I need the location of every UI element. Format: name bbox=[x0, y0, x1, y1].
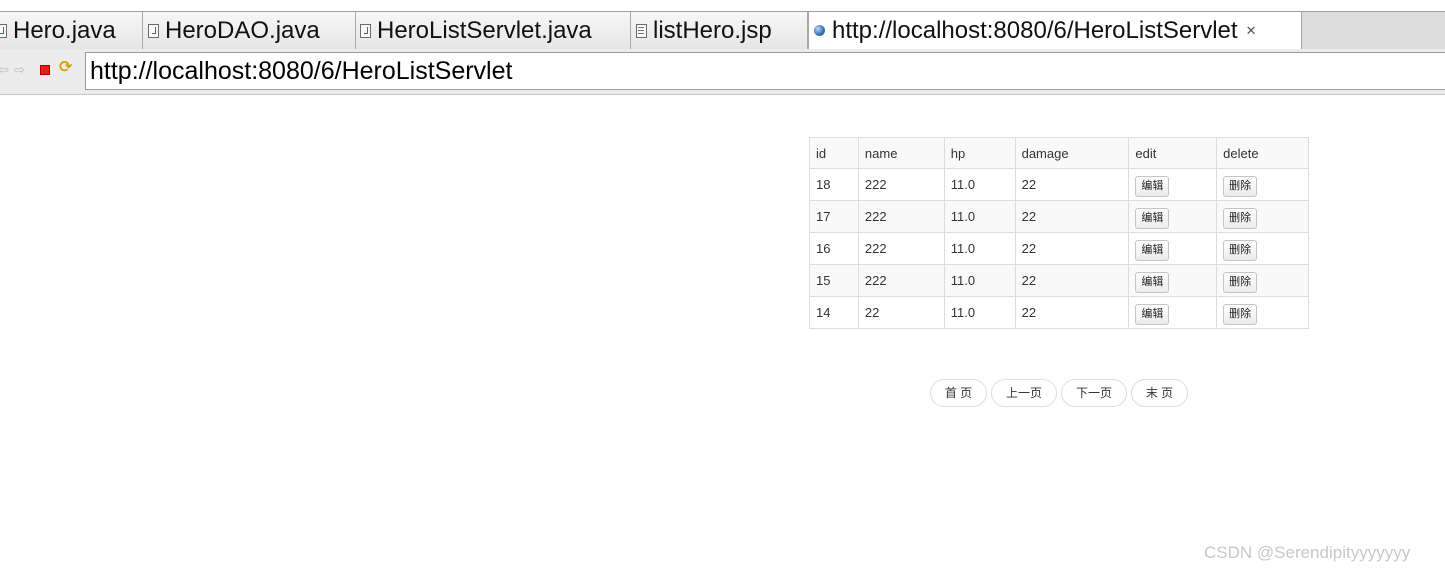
tab-label: HeroListServlet.java bbox=[377, 16, 592, 44]
cell-id: 14 bbox=[809, 296, 859, 329]
csdn-watermark: CSDN @Serendipityyyyyyy bbox=[1204, 543, 1411, 562]
java-file-icon bbox=[360, 24, 371, 38]
tab-listhero-jsp[interactable]: listHero.jsp bbox=[631, 12, 808, 49]
edit-button[interactable]: 编辑 bbox=[1135, 239, 1170, 261]
cell-edit: 编辑 bbox=[1128, 232, 1218, 265]
cell-name: 222 bbox=[857, 168, 945, 201]
column-header-delete: delete bbox=[1216, 137, 1309, 169]
tab-label: HeroDAO.java bbox=[165, 16, 320, 44]
stop-icon[interactable] bbox=[40, 65, 50, 75]
prev-page-button[interactable]: 上一页 bbox=[991, 379, 1057, 407]
table-row: 17 222 11.0 22 编辑 删除 bbox=[809, 200, 1309, 233]
cell-edit: 编辑 bbox=[1128, 264, 1218, 297]
tab-browser-herolistservlet[interactable]: http://localhost:8080/6/HeroListServlet … bbox=[808, 12, 1302, 49]
cell-hp: 11.0 bbox=[943, 168, 1016, 201]
table-row: 14 22 11.0 22 编辑 删除 bbox=[809, 296, 1309, 329]
column-header-id: id bbox=[809, 137, 859, 169]
browser-toolbar: ⇦ ⇨ ⟳ http://localhost:8080/6/HeroListSe… bbox=[0, 49, 1445, 95]
table-row: 15 222 11.0 22 编辑 删除 bbox=[809, 264, 1309, 297]
column-header-edit: edit bbox=[1128, 137, 1218, 169]
table-header-row: id name hp damage edit delete bbox=[809, 137, 1309, 169]
globe-icon bbox=[814, 25, 825, 36]
java-file-icon bbox=[148, 24, 159, 38]
java-file-icon bbox=[0, 24, 7, 38]
cell-hp: 11.0 bbox=[943, 232, 1016, 265]
editor-tab-strip: Hero.java HeroDAO.java HeroListServlet.j… bbox=[0, 11, 1445, 50]
cell-edit: 编辑 bbox=[1128, 168, 1218, 201]
refresh-icon[interactable]: ⟳ bbox=[59, 60, 72, 76]
cell-delete: 删除 bbox=[1216, 200, 1309, 233]
back-arrow-icon[interactable]: ⇦ bbox=[0, 63, 9, 77]
edit-button[interactable]: 编辑 bbox=[1135, 271, 1170, 293]
forward-arrow-icon[interactable]: ⇨ bbox=[14, 63, 25, 77]
delete-button[interactable]: 删除 bbox=[1223, 175, 1258, 197]
table-row: 16 222 11.0 22 编辑 删除 bbox=[809, 232, 1309, 265]
cell-delete: 删除 bbox=[1216, 232, 1309, 265]
tab-herolistservlet-java[interactable]: HeroListServlet.java bbox=[356, 12, 631, 49]
address-bar[interactable]: http://localhost:8080/6/HeroListServlet bbox=[85, 52, 1445, 90]
cell-delete: 删除 bbox=[1216, 168, 1309, 201]
cell-damage: 22 bbox=[1014, 264, 1130, 297]
column-header-name: name bbox=[857, 137, 945, 169]
column-header-hp: hp bbox=[943, 137, 1016, 169]
next-page-button[interactable]: 下一页 bbox=[1061, 379, 1127, 407]
column-header-damage: damage bbox=[1014, 137, 1130, 169]
cell-hp: 11.0 bbox=[943, 200, 1016, 233]
hero-list-table: id name hp damage edit delete 18 222 11.… bbox=[809, 137, 1309, 329]
cell-edit: 编辑 bbox=[1128, 200, 1218, 233]
tab-label: Hero.java bbox=[13, 16, 116, 44]
cell-name: 222 bbox=[857, 264, 945, 297]
edit-button[interactable]: 编辑 bbox=[1135, 207, 1170, 229]
cell-name: 22 bbox=[857, 296, 945, 329]
delete-button[interactable]: 删除 bbox=[1223, 271, 1258, 293]
delete-button[interactable]: 删除 bbox=[1223, 207, 1258, 229]
jsp-file-icon bbox=[636, 24, 647, 38]
cell-id: 15 bbox=[809, 264, 859, 297]
cell-edit: 编辑 bbox=[1128, 296, 1218, 329]
cell-damage: 22 bbox=[1014, 232, 1130, 265]
delete-button[interactable]: 删除 bbox=[1223, 239, 1258, 261]
cell-id: 18 bbox=[809, 168, 859, 201]
close-tab-icon[interactable]: ✕ bbox=[1246, 24, 1257, 37]
last-page-button[interactable]: 末 页 bbox=[1131, 379, 1188, 407]
cell-damage: 22 bbox=[1014, 168, 1130, 201]
first-page-button[interactable]: 首 页 bbox=[930, 379, 987, 407]
cell-name: 222 bbox=[857, 232, 945, 265]
cell-id: 17 bbox=[809, 200, 859, 233]
tab-hero-java[interactable]: Hero.java bbox=[0, 12, 143, 49]
tab-herodao-java[interactable]: HeroDAO.java bbox=[143, 12, 356, 49]
cell-hp: 11.0 bbox=[943, 264, 1016, 297]
cell-id: 16 bbox=[809, 232, 859, 265]
eclipse-browser-window: Hero.java HeroDAO.java HeroListServlet.j… bbox=[0, 0, 1445, 573]
edit-button[interactable]: 编辑 bbox=[1135, 175, 1170, 197]
cell-delete: 删除 bbox=[1216, 264, 1309, 297]
cell-name: 222 bbox=[857, 200, 945, 233]
tab-label: listHero.jsp bbox=[653, 16, 772, 44]
table-row: 18 222 11.0 22 编辑 删除 bbox=[809, 168, 1309, 201]
cell-damage: 22 bbox=[1014, 200, 1130, 233]
delete-button[interactable]: 删除 bbox=[1223, 303, 1258, 325]
cell-delete: 删除 bbox=[1216, 296, 1309, 329]
cell-hp: 11.0 bbox=[943, 296, 1016, 329]
edit-button[interactable]: 编辑 bbox=[1135, 303, 1170, 325]
tab-label: http://localhost:8080/6/HeroListServlet bbox=[832, 16, 1238, 44]
pagination: 首 页 上一页 下一页 末 页 bbox=[930, 379, 1188, 407]
cell-damage: 22 bbox=[1014, 296, 1130, 329]
